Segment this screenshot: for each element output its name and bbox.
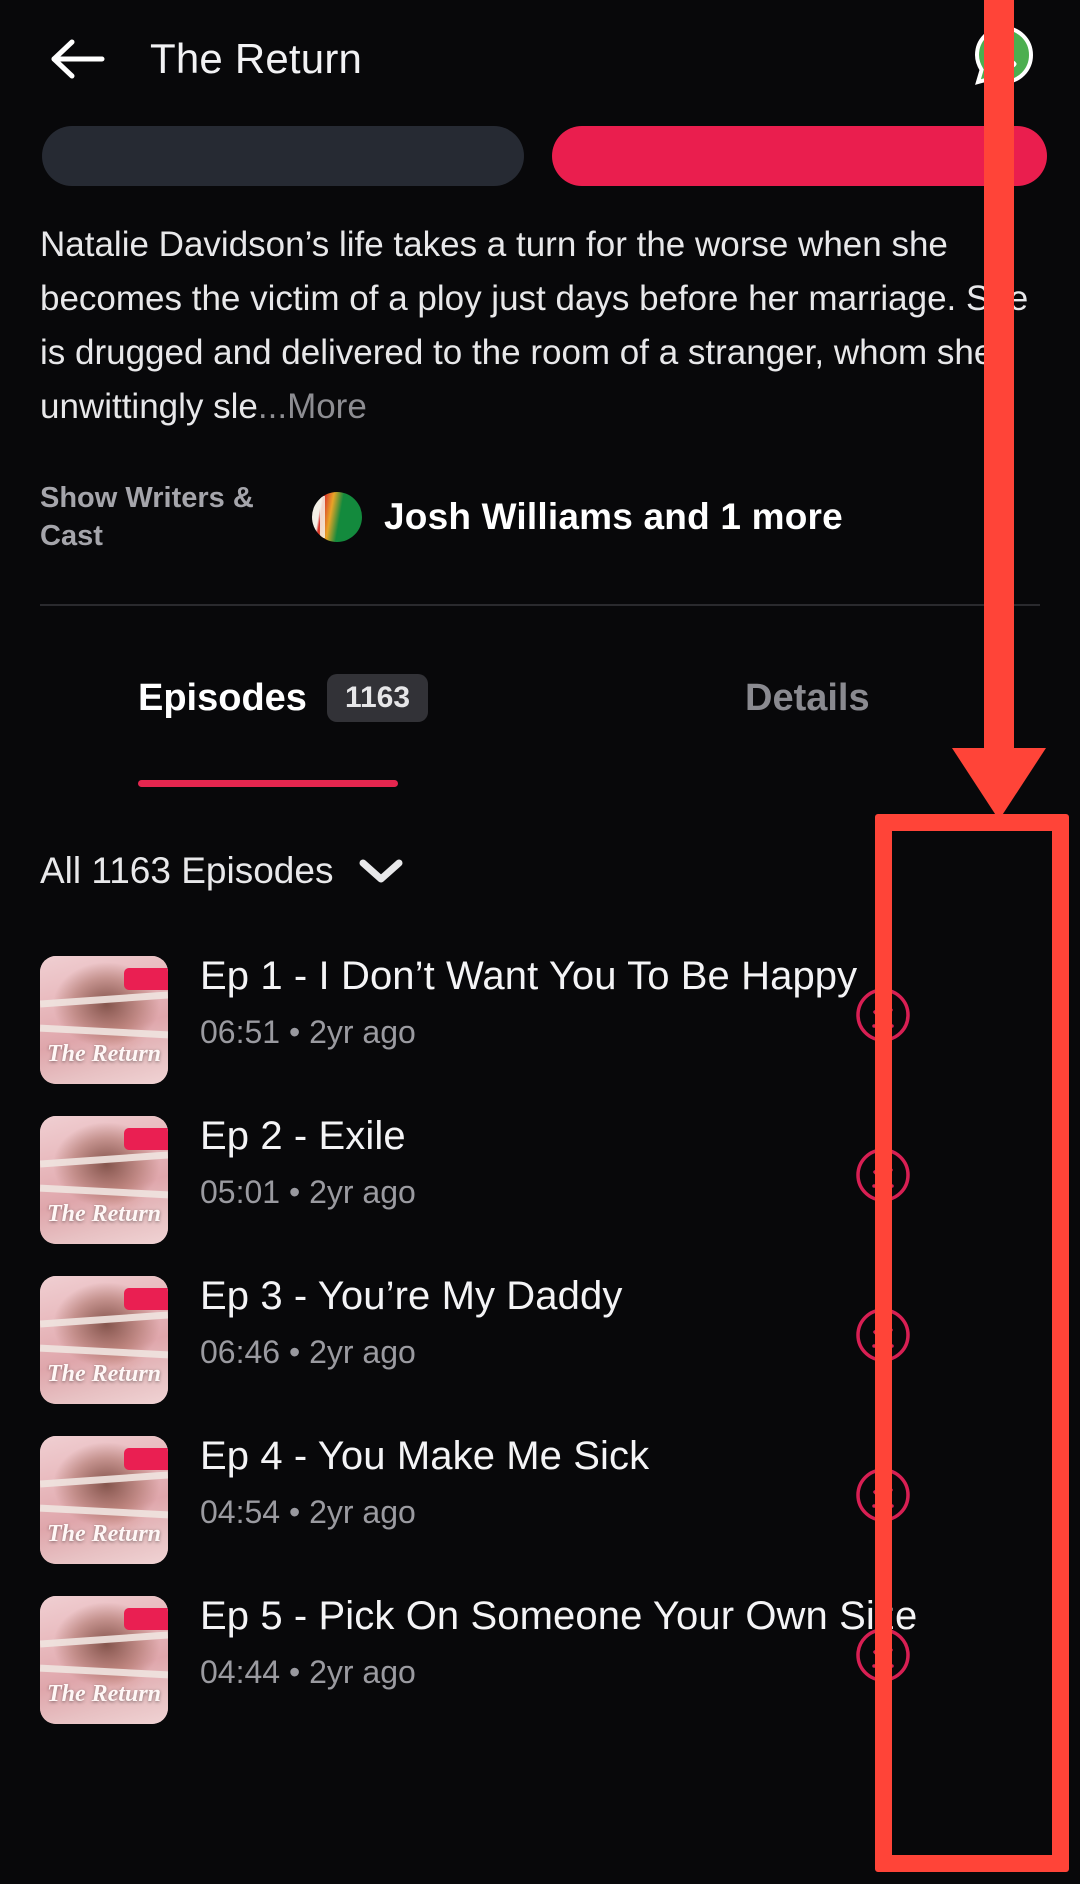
annotation-highlight-box [875, 814, 1069, 1872]
episode-filter-label: All 1163 Episodes [40, 850, 334, 891]
episode-age: 2yr ago [309, 1654, 416, 1690]
writers-cast-label: Show Writers & Cast [40, 482, 254, 552]
chevron-down-icon [359, 857, 403, 885]
episode-meta-separator: • [288, 1654, 301, 1690]
primary-action-button[interactable] [552, 126, 1047, 186]
episode-meta-separator: • [288, 1014, 301, 1050]
active-tab-indicator [138, 780, 398, 787]
thumbnail-badge [124, 1608, 168, 1630]
thumbnail-title: The Return [46, 1361, 162, 1387]
thumbnail-badge [124, 1128, 168, 1150]
episode-age: 2yr ago [309, 1334, 416, 1370]
episode-meta: 05:01 • 2yr ago [200, 1174, 840, 1211]
episode-text: Ep 5 - Pick On Someone Your Own Size 04:4… [200, 1588, 918, 1691]
tab-details[interactable]: Details [745, 660, 870, 736]
episode-text: Ep 1 - I Don’t Want You To Be Happy 06:51… [200, 948, 858, 1051]
cast-person[interactable]: Josh Williams and 1 more [312, 492, 843, 542]
episode-thumbnail[interactable]: The Return [40, 1276, 168, 1404]
cast-name: Josh Williams and 1 more [384, 496, 843, 537]
episode-meta: 04:44 • 2yr ago [200, 1654, 840, 1691]
app-screen: The Return Natalie Davidson’s life takes… [0, 0, 1080, 1884]
tab-episodes[interactable]: Episodes 1163 [138, 660, 429, 736]
episode-text: Ep 4 - You Make Me Sick 04:54 • 2yr ago [200, 1428, 840, 1531]
thumbnail-badge [124, 1448, 168, 1470]
episode-thumbnail[interactable]: The Return [40, 1596, 168, 1724]
writers-cast-row[interactable]: Show Writers & Cast Josh Williams and 1 … [40, 474, 980, 560]
episode-title: Ep 1 - I Don’t Want You To Be Happy [200, 954, 858, 998]
secondary-action-button[interactable] [42, 126, 524, 186]
annotation-arrow-icon [984, 0, 1014, 772]
episode-title: Ep 5 - Pick On Someone Your Own Size [200, 1594, 918, 1638]
tab-details-label: Details [745, 676, 870, 719]
thumbnail-badge [124, 968, 168, 990]
back-arrow-icon[interactable] [30, 11, 126, 107]
episode-text: Ep 3 - You’re My Daddy 06:46 • 2yr ago [200, 1268, 840, 1371]
tab-episodes-badge: 1163 [326, 674, 429, 722]
episode-age: 2yr ago [309, 1494, 416, 1530]
description-text: Natalie Davidson’s life takes a turn for… [40, 225, 1029, 426]
page-title: The Return [150, 35, 363, 82]
episode-age: 2yr ago [309, 1014, 416, 1050]
episode-duration: 04:44 [200, 1654, 281, 1690]
tab-episodes-label: Episodes [138, 676, 307, 719]
more-link[interactable]: ...More [258, 387, 367, 426]
episode-meta: 04:54 • 2yr ago [200, 1494, 840, 1531]
tab-bar: Episodes 1163 Details [0, 660, 1080, 790]
episode-meta-separator: • [288, 1334, 301, 1370]
episode-duration: 05:01 [200, 1174, 281, 1210]
episode-duration: 06:46 [200, 1334, 281, 1370]
episode-duration: 06:51 [200, 1014, 281, 1050]
action-buttons-strip [0, 126, 1080, 186]
episode-thumbnail[interactable]: The Return [40, 956, 168, 1084]
episode-thumbnail[interactable]: The Return [40, 1436, 168, 1564]
episode-title: Ep 3 - You’re My Daddy [200, 1274, 623, 1318]
cast-avatar-icon [312, 492, 362, 542]
thumbnail-title: The Return [46, 1041, 162, 1067]
episode-duration: 04:54 [200, 1494, 281, 1530]
episode-text: Ep 2 - Exile 05:01 • 2yr ago [200, 1108, 840, 1211]
episode-meta-separator: • [288, 1174, 301, 1210]
episode-meta: 06:51 • 2yr ago [200, 1014, 840, 1051]
thumbnail-title: The Return [46, 1521, 162, 1547]
thumbnail-title: The Return [46, 1201, 162, 1227]
annotation-arrowhead-icon [952, 748, 1046, 820]
section-divider [40, 604, 1040, 606]
thumbnail-badge [124, 1288, 168, 1310]
thumbnail-title: The Return [46, 1681, 162, 1707]
show-description[interactable]: Natalie Davidson’s life takes a turn for… [40, 218, 1050, 434]
episode-meta: 06:46 • 2yr ago [200, 1334, 840, 1371]
app-header: The Return [0, 0, 1080, 118]
episode-title: Ep 4 - You Make Me Sick [200, 1434, 650, 1478]
episode-filter-dropdown[interactable]: All 1163 Episodes [40, 850, 403, 892]
episode-thumbnail[interactable]: The Return [40, 1116, 168, 1244]
episode-age: 2yr ago [309, 1174, 416, 1210]
episode-meta-separator: • [288, 1494, 301, 1530]
episode-title: Ep 2 - Exile [200, 1114, 406, 1158]
